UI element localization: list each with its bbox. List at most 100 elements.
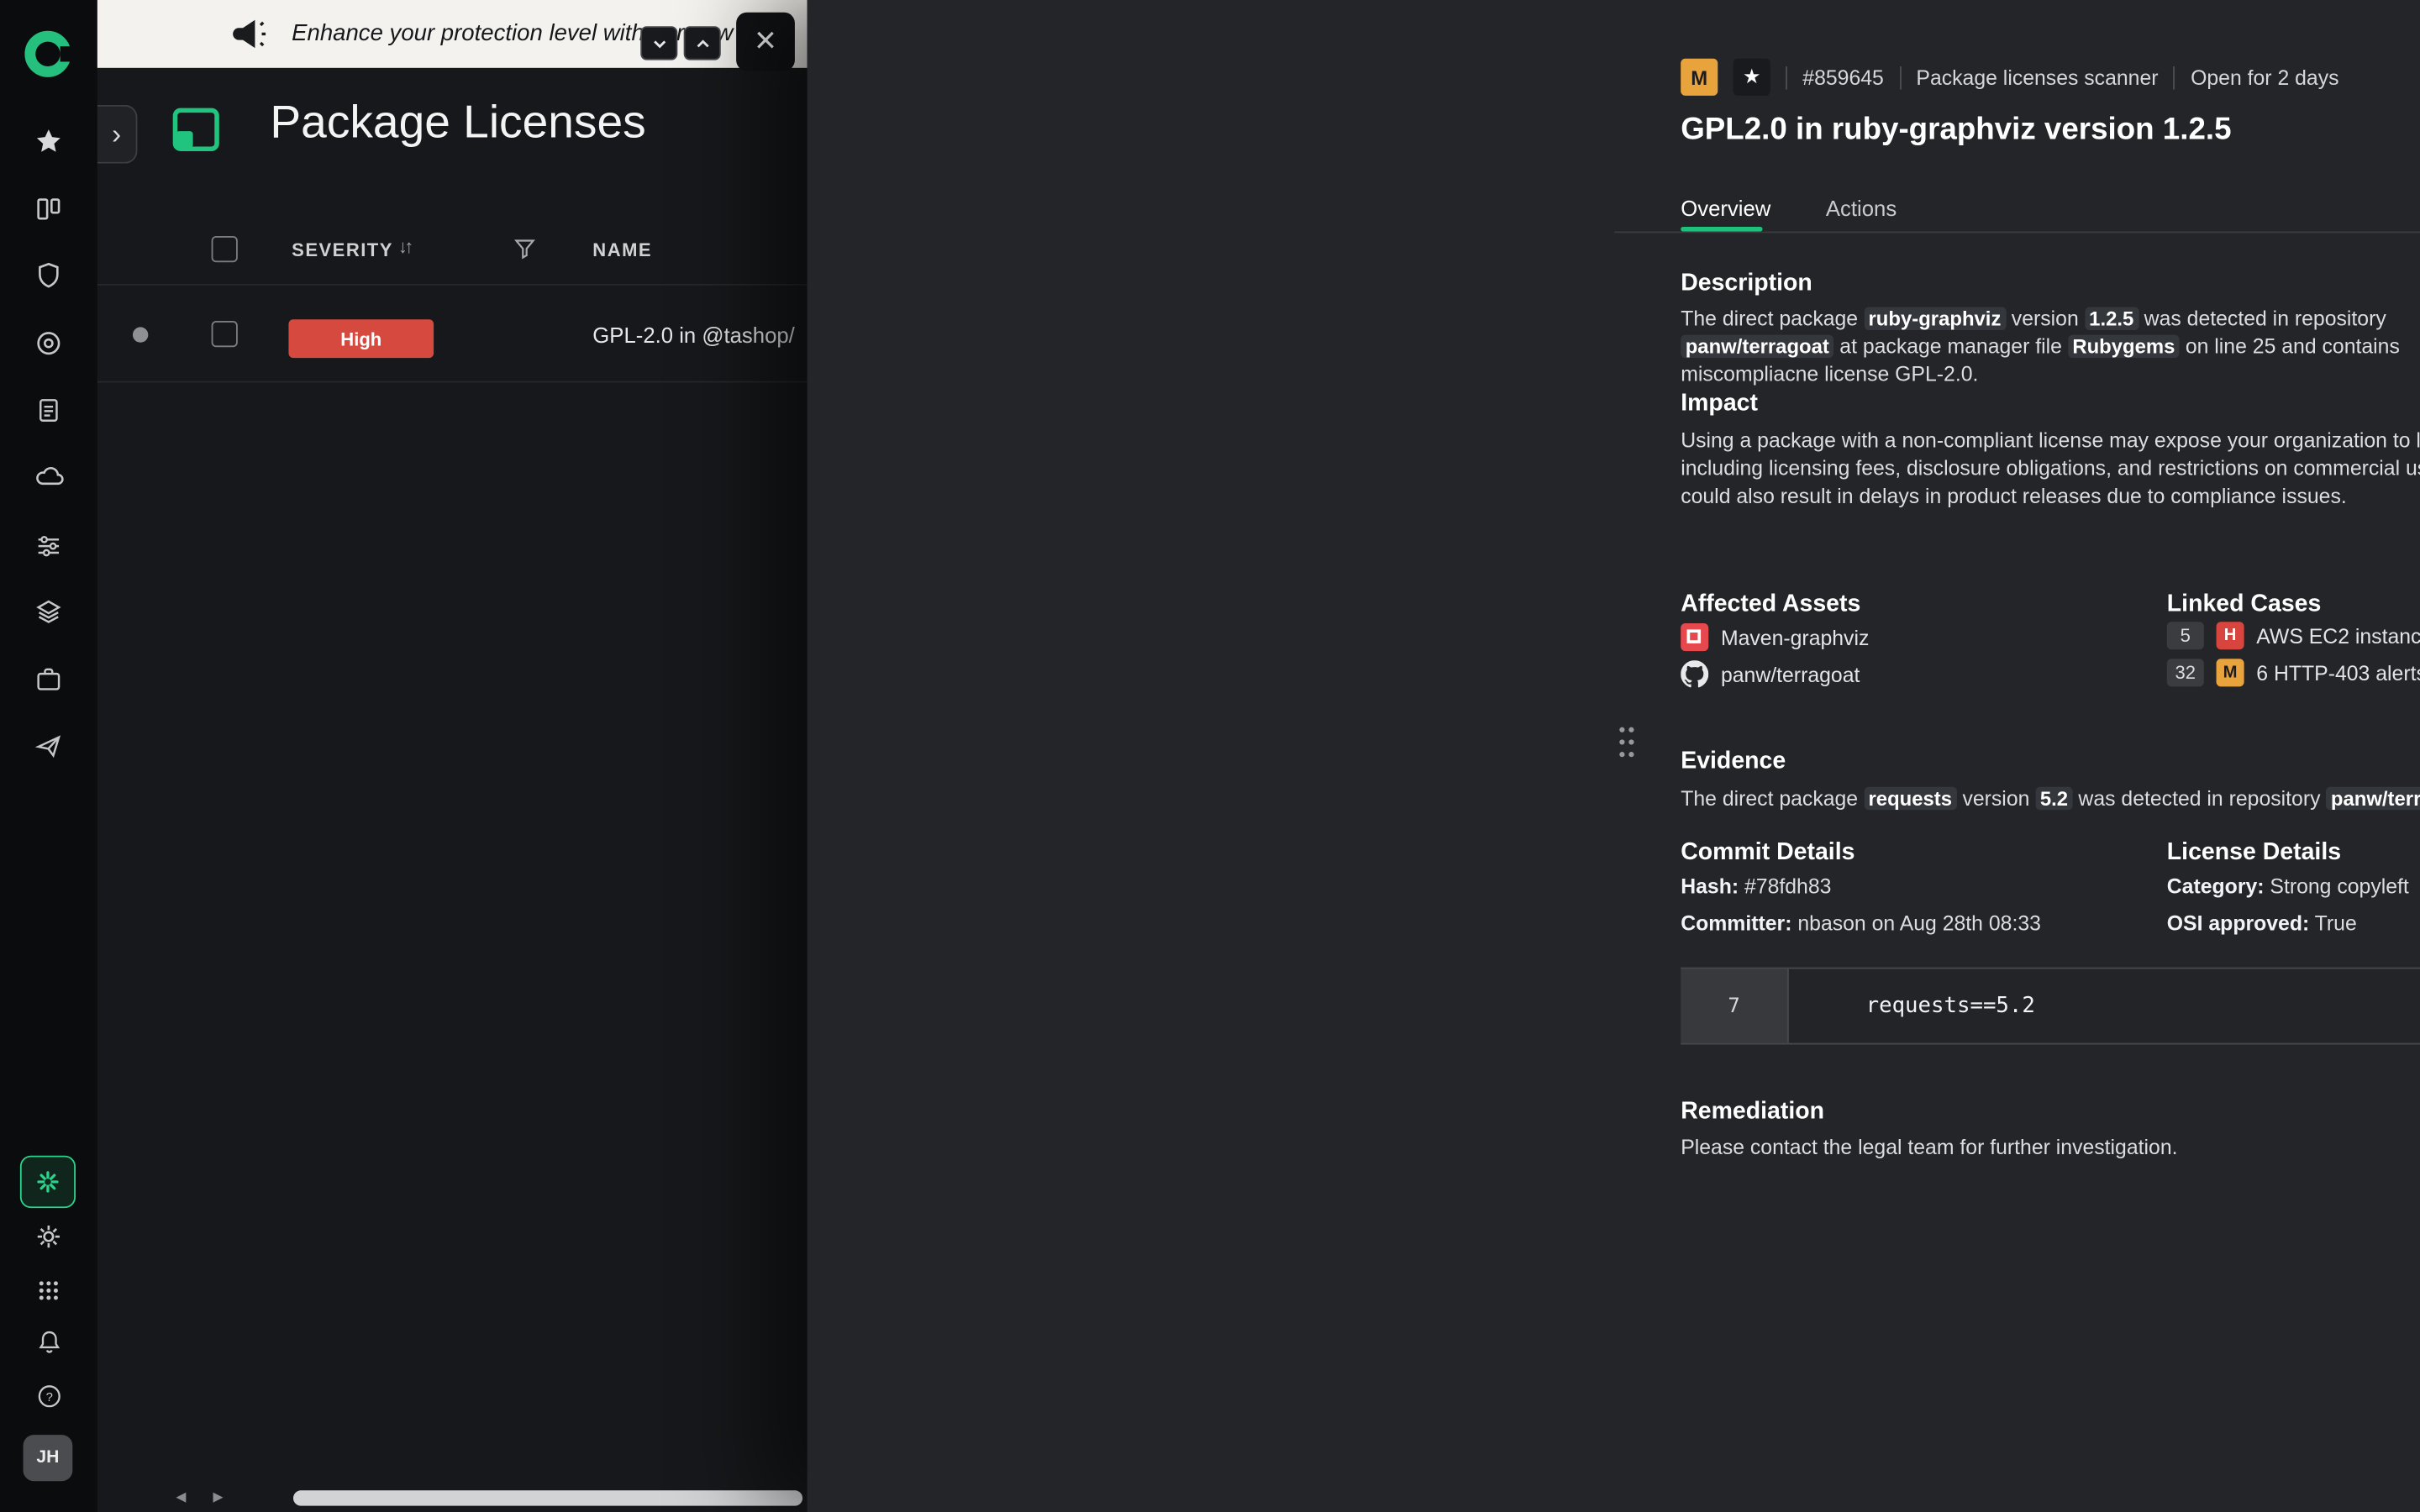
star-icon (34, 126, 63, 155)
separator (2174, 66, 2175, 89)
linked-case-item[interactable]: 5 H AWS EC2 instance with network path f… (2167, 622, 2420, 649)
linked-case-item[interactable]: 32 M 6 HTTP-403 alerts detected by PAN N… (2167, 659, 2420, 686)
case-count-badge: 5 (2167, 622, 2204, 649)
sidebar-item-layers[interactable] (0, 585, 97, 637)
github-icon (1681, 660, 1708, 688)
token: 5.2 (2035, 787, 2072, 811)
severity-medium-badge: M (2217, 659, 2244, 686)
sidebar-item-boards[interactable] (0, 182, 97, 234)
text: version (1957, 787, 2036, 811)
tab-divider (1614, 232, 2420, 234)
panel-topbar: M ★ #859645 Package licenses scanner Ope… (1681, 59, 2338, 96)
star-icon: ★ (1743, 65, 1760, 89)
description-heading: Description (1681, 270, 1812, 297)
impact-text: Using a package with a non-compliant lic… (1681, 428, 2420, 511)
sidebar-item-discover[interactable] (0, 719, 97, 771)
sidebar-item-controls[interactable] (0, 518, 97, 570)
license-category: Category: Strong copyleft (2167, 874, 2409, 898)
text: The direct package (1681, 307, 1864, 331)
scroll-left-icon[interactable]: ◂ (176, 1484, 186, 1509)
label: Hash: (1681, 874, 1739, 898)
select-all-checkbox[interactable] (212, 236, 238, 262)
favorite-button[interactable]: ★ (1733, 59, 1770, 96)
column-header-name[interactable]: NAME (592, 239, 652, 261)
token: ruby-graphviz (1864, 307, 2006, 331)
token: requests (1864, 787, 1957, 811)
case-count-badge: 32 (2167, 659, 2204, 686)
expand-sidebar-button[interactable]: › (97, 105, 138, 164)
asset-label: panw/terragoat (1721, 663, 1860, 686)
remediation-heading: Remediation (1681, 1099, 1824, 1126)
row-checkbox[interactable] (212, 321, 238, 347)
layers-icon (34, 596, 63, 626)
board-icon (34, 194, 63, 223)
severity-high-badge: H (2217, 622, 2244, 649)
sidebar-item-notifications[interactable] (0, 1316, 97, 1368)
asset-item[interactable]: panw/terragoat (1681, 660, 1860, 688)
osi-approved: OSI approved: True (2167, 912, 2357, 936)
column-header-severity[interactable]: SEVERITY (292, 239, 393, 261)
value: True (2309, 912, 2357, 936)
filter-icon[interactable] (514, 238, 536, 260)
banner-collapse-button[interactable] (640, 26, 677, 60)
affected-assets-heading: Affected Assets (1681, 591, 1860, 618)
text: The direct package (1681, 787, 1864, 811)
code-snippet: 7 requests==5.2 (1681, 968, 2420, 1045)
label: OSI approved: (2167, 912, 2309, 936)
issue-title: GPL2.0 in ruby-graphviz version 1.2.5 (1681, 113, 2231, 148)
chevron-right-icon: › (112, 118, 121, 151)
evidence-text: The direct package requests version 5.2 … (1681, 785, 2420, 813)
paper-plane-icon (34, 731, 63, 760)
close-icon: × (755, 20, 776, 63)
tab-overview[interactable]: Overview (1681, 196, 1770, 220)
sidebar-item-cloud[interactable] (0, 450, 97, 502)
help-icon: ? (34, 1383, 62, 1410)
banner-close-button[interactable]: × (736, 13, 795, 71)
svg-text:?: ? (45, 1391, 52, 1404)
token: Rubygems (2068, 335, 2180, 359)
sort-icon[interactable]: ↓↑ (398, 236, 411, 258)
token: panw/terragoat (1681, 335, 1833, 359)
briefcase-icon (34, 664, 63, 694)
horizontal-scrollbar-thumb[interactable] (293, 1490, 802, 1505)
tab-actions[interactable]: Actions (1826, 196, 1897, 220)
token: panw/terragoat (2326, 787, 2420, 811)
asset-item[interactable]: Maven-graphviz (1681, 623, 1869, 651)
scanner-name: Package licenses scanner (1916, 66, 2158, 89)
issue-detail-panel: M ★ #859645 Package licenses scanner Ope… (808, 0, 2420, 1512)
case-title: 6 HTTP-403 alerts detected by PAN NGFW o… (2256, 661, 2420, 685)
sidebar-item-reports[interactable] (0, 383, 97, 435)
sidebar-item-settings[interactable] (0, 1210, 97, 1262)
left-nav-rail: ? JH (0, 0, 97, 1512)
brand-logo-icon[interactable] (24, 31, 71, 77)
user-avatar[interactable]: JH (24, 1435, 73, 1481)
app-root: Enhance your protection level with our n… (0, 0, 2420, 1512)
chevron-down-icon (650, 34, 667, 51)
sidebar-item-vulnerabilities[interactable] (0, 249, 97, 301)
clipboard-icon (34, 394, 63, 423)
module-flower-icon (35, 1169, 60, 1194)
cloud-icon (33, 461, 64, 492)
value: #78fdh83 (1739, 874, 1831, 898)
code-line-number: 7 (1681, 969, 1789, 1042)
banner-expand-button[interactable] (684, 26, 721, 60)
scroll-right-icon[interactable]: ▸ (213, 1484, 223, 1509)
code-line: requests==5.2 (1866, 994, 2035, 1018)
text: was detected in repository (2139, 307, 2386, 331)
panel-resize-handle[interactable] (1616, 723, 1638, 760)
sidebar-item-favorites[interactable] (0, 114, 97, 166)
sidebar-item-apps[interactable] (0, 1263, 97, 1315)
sidebar-item-exposure[interactable] (0, 317, 97, 369)
page-title: Package Licenses (270, 97, 645, 150)
sidebar-item-assets[interactable] (0, 653, 97, 705)
description-text: The direct package ruby-graphviz version… (1681, 306, 2420, 389)
license-details-heading: License Details (2167, 839, 2341, 867)
text: was detected in repository (2073, 787, 2327, 811)
shield-icon (34, 260, 63, 289)
evidence-heading: Evidence (1681, 748, 1786, 776)
issue-name[interactable]: GPL-2.0 in @tashop/ (592, 323, 795, 347)
sidebar-item-help[interactable]: ? (0, 1370, 97, 1422)
sidebar-item-active-module[interactable] (20, 1156, 76, 1208)
case-title: AWS EC2 instance with network path from … (2256, 624, 2420, 648)
linked-cases-heading: Linked Cases (2167, 591, 2322, 618)
